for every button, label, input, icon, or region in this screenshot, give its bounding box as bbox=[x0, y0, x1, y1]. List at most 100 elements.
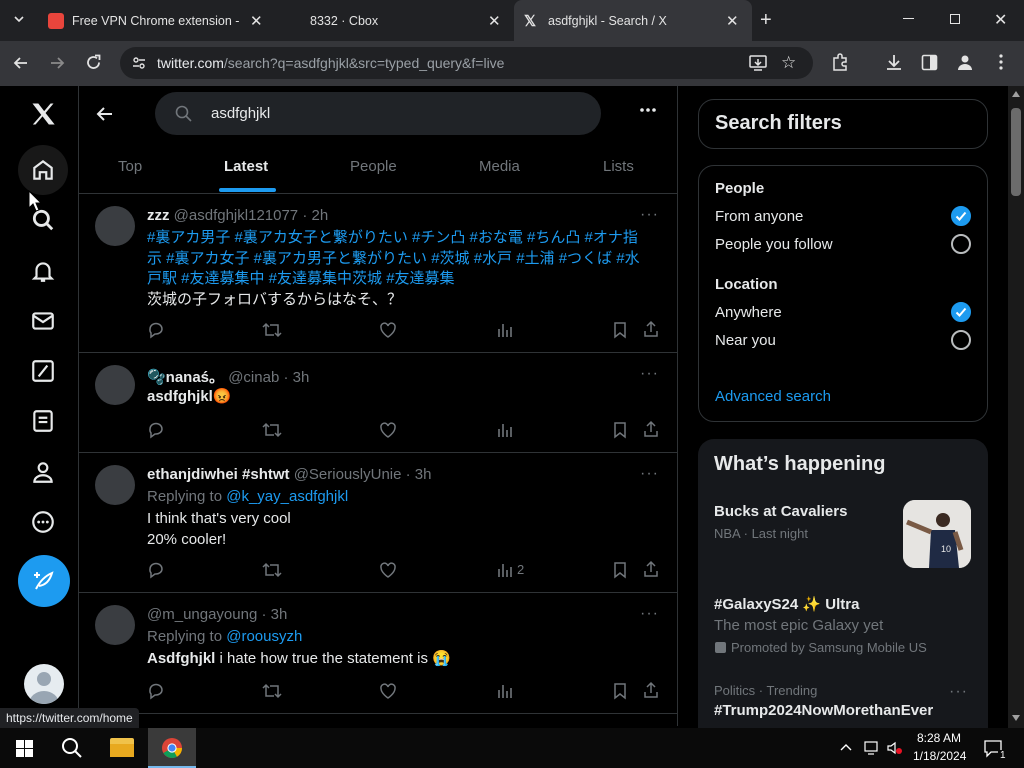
share-icon[interactable] bbox=[642, 681, 660, 699]
tweet-more-icon[interactable]: ··· bbox=[640, 605, 659, 623]
account-avatar[interactable] bbox=[24, 664, 64, 704]
browser-tab-vpn[interactable]: Free VPN Chrome extension - B ✕ bbox=[38, 0, 274, 41]
tweet-author-name[interactable]: 🫧nanaś。 bbox=[147, 369, 224, 386]
x-logo-icon[interactable] bbox=[18, 89, 68, 139]
share-icon[interactable] bbox=[642, 560, 660, 578]
browser-tab-cbox[interactable]: 8332 · Cbox ✕ bbox=[276, 0, 512, 41]
tweet-more-icon[interactable]: ··· bbox=[640, 465, 659, 483]
from-anyone-radio[interactable] bbox=[951, 206, 971, 226]
avatar[interactable] bbox=[95, 206, 135, 246]
like-icon[interactable] bbox=[379, 421, 397, 439]
profile-nav-icon[interactable] bbox=[18, 447, 68, 497]
network-icon[interactable] bbox=[864, 740, 880, 756]
trend-title[interactable]: #Trump2024NowMorethanEver bbox=[714, 702, 933, 719]
tweet-more-icon[interactable]: ··· bbox=[640, 206, 659, 224]
file-explorer-icon[interactable] bbox=[110, 738, 134, 757]
tweet-author-name[interactable]: ethanjdiwhei #shtwt bbox=[147, 466, 290, 483]
messages-icon[interactable] bbox=[18, 296, 68, 346]
side-panel-icon[interactable] bbox=[921, 54, 938, 71]
people-you-follow-option[interactable]: People you follow bbox=[715, 236, 833, 253]
tab-media[interactable]: Media bbox=[479, 158, 520, 175]
trend-title[interactable]: Bucks at Cavaliers bbox=[714, 503, 847, 520]
bookmark-icon[interactable] bbox=[612, 561, 628, 579]
replying-to-link[interactable]: @roousyzh bbox=[226, 628, 302, 645]
more-options-icon[interactable] bbox=[18, 497, 68, 547]
near-you-radio[interactable] bbox=[951, 330, 971, 350]
search-input[interactable]: asdfghjkl bbox=[211, 105, 270, 122]
explore-search-icon[interactable] bbox=[18, 195, 68, 245]
scroll-up-arrow-icon[interactable] bbox=[1012, 91, 1020, 97]
avatar[interactable] bbox=[95, 465, 135, 505]
browser-menu-icon[interactable] bbox=[999, 54, 1003, 70]
like-icon[interactable] bbox=[379, 321, 397, 339]
bookmark-icon[interactable] bbox=[612, 321, 628, 339]
grok-icon[interactable] bbox=[18, 346, 68, 396]
trend-thumbnail[interactable]: 10 bbox=[903, 500, 971, 568]
page-scrollbar[interactable] bbox=[1008, 86, 1024, 728]
like-icon[interactable] bbox=[379, 561, 397, 579]
bookmark-icon[interactable] bbox=[612, 421, 628, 439]
bookmark-icon[interactable] bbox=[612, 682, 628, 700]
search-box[interactable]: asdfghjkl bbox=[155, 92, 601, 135]
site-info-icon[interactable] bbox=[132, 56, 146, 70]
share-icon[interactable] bbox=[642, 320, 660, 338]
search-more-icon[interactable] bbox=[639, 107, 657, 113]
minimize-icon[interactable] bbox=[903, 18, 914, 19]
taskbar-search-icon[interactable] bbox=[61, 737, 83, 759]
advanced-search-link[interactable]: Advanced search bbox=[715, 388, 831, 405]
avatar[interactable] bbox=[95, 365, 135, 405]
views-icon[interactable] bbox=[496, 321, 514, 339]
share-icon[interactable] bbox=[642, 420, 660, 438]
tweet-time[interactable]: · 2h bbox=[302, 207, 328, 224]
reload-icon[interactable] bbox=[85, 54, 102, 71]
repost-icon[interactable] bbox=[262, 421, 282, 439]
tab-top[interactable]: Top bbox=[118, 158, 142, 175]
reply-icon[interactable] bbox=[147, 682, 165, 700]
tweet-time[interactable]: · 3h bbox=[406, 466, 432, 483]
home-icon[interactable] bbox=[18, 145, 68, 195]
tray-chevron-icon[interactable] bbox=[840, 742, 852, 752]
trend-more-icon[interactable]: ··· bbox=[949, 683, 968, 701]
browser-tab-x-search[interactable]: 𝕏 asdfghjkl - Search / X ✕ bbox=[514, 0, 752, 41]
tweet-handle[interactable]: @m_ungayoung bbox=[147, 606, 257, 623]
people-you-follow-radio[interactable] bbox=[951, 234, 971, 254]
tab-search-chevron-icon[interactable] bbox=[12, 12, 26, 26]
tab-close-icon[interactable]: ✕ bbox=[250, 12, 263, 30]
tweet[interactable]: 🫧nanaś。 @cinab · 3h ··· asdfghjkl😡 bbox=[79, 353, 677, 453]
tweet-handle[interactable]: @cinab bbox=[228, 369, 279, 386]
tweet[interactable]: ethanjdiwhei #shtwt @SeriouslyUnie · 3h … bbox=[79, 453, 677, 593]
windows-start-icon[interactable] bbox=[16, 740, 33, 757]
address-bar[interactable]: twitter.com/search?q=asdfghjkl&src=typed… bbox=[120, 47, 813, 79]
tab-people[interactable]: People bbox=[350, 158, 397, 175]
tweet[interactable]: zzz @asdfghjkl121077 · 2h ··· #裏アカ男子 #裏ア… bbox=[79, 194, 677, 353]
clock-time[interactable]: 8:28 AM bbox=[917, 731, 961, 745]
tweet-time[interactable]: · 3h bbox=[261, 606, 287, 623]
views-icon[interactable] bbox=[496, 421, 514, 439]
clock-date[interactable]: 1/18/2024 bbox=[913, 749, 966, 763]
tweet-handle[interactable]: @asdfghjkl121077 bbox=[174, 207, 298, 224]
bookmark-star-icon[interactable]: ☆ bbox=[781, 53, 796, 73]
profile-icon[interactable] bbox=[956, 53, 974, 71]
tab-close-icon[interactable]: ✕ bbox=[488, 12, 501, 30]
repost-icon[interactable] bbox=[262, 321, 282, 339]
anywhere-option[interactable]: Anywhere bbox=[715, 304, 782, 321]
tweet-author-name[interactable]: zzz bbox=[147, 207, 170, 224]
like-icon[interactable] bbox=[379, 682, 397, 700]
reply-icon[interactable] bbox=[147, 321, 165, 339]
trend-title[interactable]: #GalaxyS24 ✨ Ultra bbox=[714, 595, 859, 613]
reply-icon[interactable] bbox=[147, 561, 165, 579]
near-you-option[interactable]: Near you bbox=[715, 332, 776, 349]
lists-icon[interactable] bbox=[18, 396, 68, 446]
notifications-icon[interactable] bbox=[18, 246, 68, 296]
forward-icon[interactable] bbox=[49, 55, 65, 71]
anywhere-radio[interactable] bbox=[951, 302, 971, 322]
avatar[interactable] bbox=[95, 605, 135, 645]
new-tab-icon[interactable]: + bbox=[760, 9, 772, 32]
hashtag-line[interactable]: 戸駅 #友達募集中 #友達募集中茨城 #友達募集 bbox=[147, 269, 667, 290]
tab-close-icon[interactable]: ✕ bbox=[726, 12, 739, 30]
tweet-more-icon[interactable]: ··· bbox=[640, 365, 659, 383]
views-icon[interactable] bbox=[496, 682, 514, 700]
volume-muted-icon[interactable] bbox=[886, 740, 904, 756]
extensions-icon[interactable] bbox=[831, 53, 849, 71]
compose-post-button[interactable] bbox=[18, 555, 70, 607]
